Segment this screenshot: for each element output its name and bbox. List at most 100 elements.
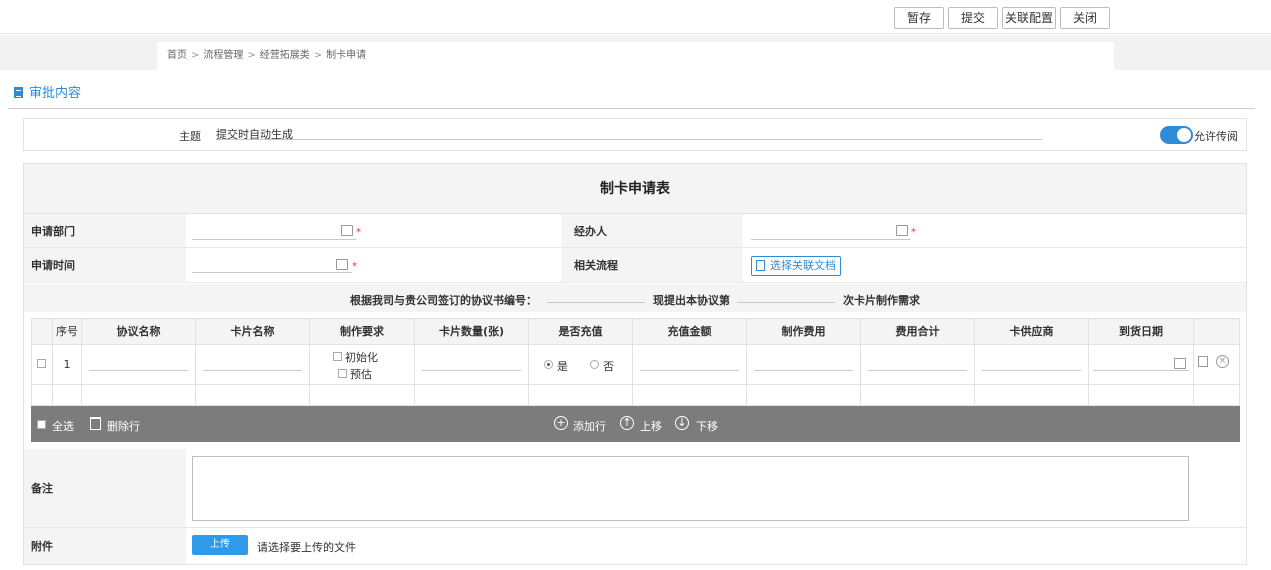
select-linked-document-button[interactable]: 选择关联文档 [751,256,841,276]
estimate-checkbox[interactable] [338,369,347,378]
fee-total-input[interactable] [868,370,967,371]
empty-cell [31,385,53,406]
copy-row-icon[interactable] [1198,356,1208,367]
card-name-input[interactable] [203,370,302,371]
agreement-name-input[interactable] [89,370,188,371]
calendar-icon[interactable] [336,259,348,270]
header-checkbox-cell [31,318,53,345]
header-production-fee: 制作费用 [747,318,861,345]
header-requirement: 制作要求 [310,318,415,345]
init-label: 初始化 [345,351,378,364]
note-textarea[interactable] [192,456,1189,521]
breadcrumb-category[interactable]: 经营拓展类 [260,50,310,61]
estimate-label: 预估 [350,368,372,381]
add-row-button[interactable]: 添加行 [573,418,606,434]
breadcrumb-separator: > [191,50,200,61]
select-all-label[interactable]: 全选 [52,418,74,434]
agreement-text-1: 根据我司与贵公司签订的协议书编号： [350,294,537,307]
agreement-text-3: 次卡片制作需求 [843,294,920,307]
subject-label: 主题 [179,130,201,143]
empty-cell [310,385,415,406]
allow-circulate-toggle[interactable] [1160,126,1193,144]
recharge-no-radio[interactable] [590,360,599,369]
trash-icon[interactable] [90,417,101,430]
time-input[interactable] [192,272,352,273]
subject-field: 提交时自动生成 [216,126,1042,141]
production-fee-input[interactable] [754,370,853,371]
link-config-button[interactable]: 关联配置 [1002,7,1056,29]
breadcrumb-home[interactable]: 首页 [167,50,187,61]
header-recharge: 是否充值 [529,318,633,345]
select-doc-label: 选择关联文档 [770,259,836,272]
recharge-yes-radio[interactable] [544,360,553,369]
supplier-input[interactable] [982,370,1081,371]
recharge-no-label: 否 [603,360,614,373]
header-supplier: 卡供应商 [975,318,1089,345]
plus-circle-icon[interactable]: + [554,416,568,430]
card-name-cell [196,345,310,385]
empty-cell [747,385,861,406]
breadcrumb-process[interactable]: 流程管理 [203,50,243,61]
handler-label: 经办人 [561,214,743,247]
table-action-bar: 全选 删除行 + 添加行 ↑ 上移 ↓ 下移 [31,406,1240,442]
submit-button[interactable]: 提交 [948,7,998,29]
calendar-icon[interactable] [1174,358,1186,369]
empty-cell [1194,385,1240,406]
agreement-times-input[interactable] [737,302,835,303]
attachment-label: 附件 [24,528,186,564]
row-checkbox-cell [31,345,53,385]
card-qty-input[interactable] [422,370,521,371]
arrow-down-circle-icon[interactable]: ↓ [675,416,689,430]
row-checkbox[interactable] [37,359,46,368]
form-title: 制卡申请表 [24,164,1246,214]
process-label: 相关流程 [561,248,743,282]
breadcrumb-separator: > [247,50,256,61]
section-title: 审批内容 [14,86,81,102]
upload-hint: 请选择要上传的文件 [257,541,356,554]
empty-cell [415,385,529,406]
arrow-up-circle-icon[interactable]: ↑ [620,416,634,430]
agreement-row: 根据我司与贵公司签订的协议书编号： 现提出本协议第 次卡片制作需求 [24,284,1246,312]
row-index: 1 [53,345,82,385]
attachment-row: 附件 上传 请选择要上传的文件 [24,528,1246,564]
header-agreement-name: 协议名称 [82,318,196,345]
close-button[interactable]: 关闭 [1060,7,1110,29]
move-up-button[interactable]: 上移 [640,418,662,434]
breadcrumb: 首页 > 流程管理 > 经营拓展类 > 制卡申请 [157,42,1114,70]
person-picker-icon[interactable] [896,225,908,236]
delete-row-button[interactable]: 删除行 [107,418,140,434]
recharge-amount-input[interactable] [640,370,739,371]
header-recharge-amount: 充值金额 [633,318,747,345]
org-picker-icon[interactable] [341,225,353,236]
delete-row-icon[interactable]: × [1216,355,1229,368]
recharge-cell: 是 否 [529,345,633,385]
note-row: 备注 [24,449,1246,528]
breadcrumb-current: 制卡申请 [326,50,367,61]
init-checkbox[interactable] [333,352,342,361]
document-icon [14,87,23,98]
upload-button[interactable]: 上传 [192,535,248,555]
empty-cell [975,385,1089,406]
handler-input[interactable] [751,239,911,240]
select-all-checkbox[interactable] [37,420,46,429]
time-label: 申请时间 [24,248,186,282]
required-mark: * [911,227,916,238]
agreement-name-cell [82,345,196,385]
production-fee-cell [747,345,861,385]
save-draft-button[interactable]: 暂存 [894,7,944,29]
agreement-text-2: 现提出本协议第 [653,294,730,307]
divider [8,108,1255,109]
fee-total-cell [861,345,975,385]
dept-label: 申请部门 [24,214,186,247]
empty-cell [82,385,196,406]
header-arrival-date: 到货日期 [1089,318,1194,345]
arrival-date-input[interactable] [1093,370,1189,371]
header-fee-total: 费用合计 [861,318,975,345]
empty-cell [1089,385,1194,406]
header-index: 序号 [53,318,82,345]
move-down-button[interactable]: 下移 [696,418,718,434]
breadcrumb-separator: > [313,50,323,61]
dept-input[interactable] [192,239,356,240]
agreement-number-input[interactable] [547,302,645,303]
required-mark: * [352,261,357,272]
